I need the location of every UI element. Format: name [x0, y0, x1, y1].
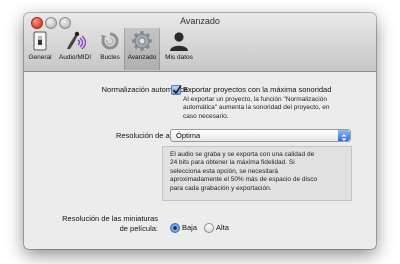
- audio-midi-icon: [67, 31, 86, 50]
- preferences-window: Avanzado General Audio/MIDI Bucles Avanz…: [24, 13, 376, 249]
- tab-mis-datos-label: Mis datos: [165, 54, 193, 61]
- tab-mis-datos[interactable]: Mis datos: [162, 28, 196, 70]
- info-line: aproximadamente el 50% más de espacio de…: [170, 176, 318, 184]
- gear-icon: [132, 31, 152, 51]
- switch-icon: [33, 31, 47, 51]
- audio-resolution-value: Óptima: [176, 131, 201, 140]
- normalization-description: Al exportar un proyecto, la función "Nor…: [183, 96, 368, 121]
- normalization-label: Normalización automática:: [101, 85, 190, 94]
- radio-baja[interactable]: [170, 223, 180, 233]
- info-line: El audio se graba y se exporta con una c…: [170, 151, 315, 158]
- audio-resolution-label: Resolución de audio:: [115, 131, 186, 140]
- info-line: 24 bits para obtener la máxima fidelidad…: [170, 159, 295, 167]
- thumbnail-label-line: Resolución de las miniaturas: [62, 214, 158, 223]
- tab-audio-midi-label: Audio/MIDI: [58, 54, 92, 61]
- window-title: Avanzado: [180, 16, 220, 26]
- normalization-checkbox-label[interactable]: Exportar proyectos con la máxima sonorid…: [183, 85, 331, 94]
- tab-general[interactable]: General: [26, 28, 54, 70]
- tab-general-label: General: [28, 54, 52, 61]
- thumbnail-label-line: de película:: [119, 223, 158, 233]
- info-line: para cada grabación y exportación.: [170, 184, 272, 192]
- thumbnail-resolution-label: Resolución de las miniaturas de película…: [24, 214, 158, 233]
- audio-resolution-info: El audio se graba y se exporta con una c…: [170, 151, 348, 193]
- preferences-content: Normalización automática: Exportar proye…: [24, 72, 376, 249]
- tab-audio-midi[interactable]: Audio/MIDI: [56, 28, 94, 70]
- tab-bucles-label: Bucles: [100, 54, 120, 61]
- audio-resolution-popup[interactable]: Óptima: [170, 129, 351, 142]
- info-line: selecciona esta opción, se necesitará: [170, 167, 279, 175]
- popup-arrows-icon: [338, 130, 350, 141]
- audio-resolution-info-box: El audio se graba y se exporta con una c…: [162, 146, 352, 201]
- tab-avanzado[interactable]: Avanzado: [124, 28, 160, 70]
- person-icon: [170, 32, 188, 51]
- title-bar: Avanzado General Audio/MIDI Bucles Avanz…: [24, 13, 376, 72]
- radio-baja-label[interactable]: Baja: [182, 223, 197, 232]
- normalization-checkbox[interactable]: [171, 85, 182, 95]
- description-line: Al exportar un proyecto, la función "Nor…: [183, 96, 327, 103]
- checkmark-icon: [172, 85, 182, 95]
- description-line: automática" aumenta la sonoridad del pro…: [183, 104, 330, 112]
- loops-icon: [101, 32, 119, 50]
- radio-alta[interactable]: [204, 223, 214, 233]
- radio-alta-label[interactable]: Alta: [216, 223, 229, 232]
- description-line: caso necesario.: [183, 112, 229, 120]
- tab-avanzado-label: Avanzado: [127, 54, 157, 61]
- tab-bucles[interactable]: Bucles: [96, 28, 124, 70]
